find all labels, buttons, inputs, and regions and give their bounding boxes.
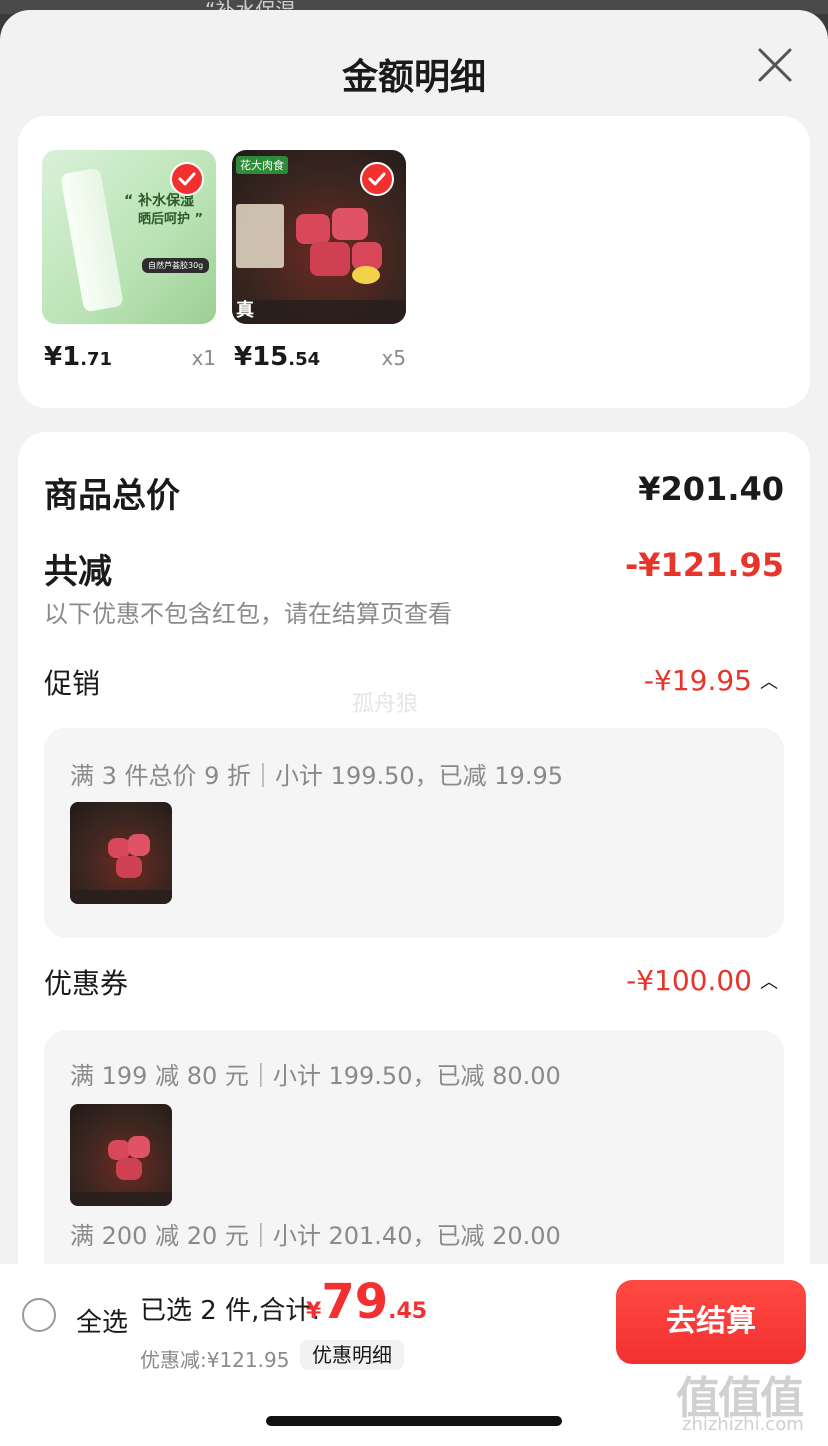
thumb-footer	[70, 890, 172, 904]
thumb-tag: 自然芦荟胶30g	[142, 258, 210, 273]
discount-amount-text: 优惠减:¥121.95	[140, 1348, 290, 1372]
selected-products-card: “ 补水保湿 晒后呵护 ” 自然芦荟胶30g ¥1.71 x1 花大肉食 真 ¥…	[18, 116, 810, 408]
brand-logo: 花大肉食	[236, 156, 288, 174]
home-indicator[interactable]	[266, 1416, 562, 1426]
thumb-badge: 真	[236, 300, 254, 321]
checkmark-icon[interactable]	[360, 162, 394, 196]
thumb-footer	[232, 300, 406, 324]
product-price: ¥1.71	[44, 342, 113, 372]
meat-shape	[116, 856, 142, 878]
meat-shape	[128, 834, 150, 856]
total-amount: ¥79.45	[306, 1274, 428, 1330]
site-watermark-url: zhizhizhi.com	[682, 1414, 804, 1435]
beef-ribs-thumbnail	[70, 802, 172, 904]
product-item[interactable]: “ 补水保湿 晒后呵护 ” 自然芦荟胶30g ¥1.71 x1	[42, 150, 216, 372]
meat-shape	[296, 214, 330, 244]
meat-shape	[128, 1136, 150, 1158]
total-reduction-label: 共减	[44, 552, 112, 592]
sheet-title: 金额明细	[341, 57, 486, 98]
beef-ribs-thumbnail	[70, 1104, 172, 1206]
lemon-shape	[352, 266, 380, 284]
coupon-amount: -¥100.00	[626, 964, 752, 997]
amount-detail-sheet: 金额明细 “ 补水保湿 晒后呵护 ” 自然芦荟胶30g ¥1.71 x1 花大肉…	[0, 10, 828, 1446]
promotion-amount: -¥19.95	[643, 664, 752, 697]
meat-shape	[108, 838, 130, 858]
coupon-rule: 满 200 减 20 元｜小计 201.40，已减 20.00	[70, 1222, 561, 1250]
coupon-rule: 满 199 减 80 元｜小计 199.50，已减 80.00	[70, 1062, 561, 1090]
promotion-label: 促销	[44, 667, 101, 700]
select-all-label[interactable]: 全选	[76, 1302, 128, 1339]
promotion-rule: 满 3 件总价 9 折｜小计 199.50，已减 19.95	[70, 762, 563, 790]
selected-count-text: 已选 2 件,合计:	[140, 1296, 321, 1326]
product-item[interactable]: 花大肉食 真 ¥15.54 x5	[232, 150, 406, 372]
total-reduction-value: -¥121.95	[624, 546, 784, 584]
total-price-label: 商品总价	[44, 476, 180, 516]
thumb-caption: 晒后呵护 ”	[138, 212, 204, 227]
product-quantity: x5	[381, 346, 406, 370]
promotion-detail-panel: 满 3 件总价 9 折｜小计 199.50，已减 19.95	[44, 728, 784, 938]
coupon-toggle[interactable]: -¥100.00 ︿	[626, 964, 778, 997]
chevron-up-icon: ︿	[760, 671, 778, 693]
aloe-tube-shape	[60, 167, 124, 313]
meat-shape	[310, 242, 350, 276]
thumb-footer	[70, 1192, 172, 1206]
checkmark-icon[interactable]	[170, 162, 204, 196]
product-price: ¥15.54	[234, 342, 321, 372]
product-quantity: x1	[191, 346, 216, 370]
total-price-value: ¥201.40	[638, 470, 784, 508]
close-icon	[758, 48, 792, 82]
thumb-info-panel	[236, 204, 284, 268]
discount-note: 以下优惠不包含红包，请在结算页查看	[44, 600, 452, 628]
close-button[interactable]	[752, 42, 798, 88]
checkout-button[interactable]: 去结算	[616, 1280, 806, 1364]
select-all-radio[interactable]	[22, 1298, 56, 1332]
aloe-gel-thumbnail: “ 补水保湿 晒后呵护 ” 自然芦荟胶30g	[42, 150, 216, 324]
discount-detail-button[interactable]: 优惠明细	[300, 1340, 404, 1370]
meat-shape	[332, 208, 368, 240]
watermark-text: 孤舟狼	[352, 692, 419, 717]
beef-ribs-thumbnail: 花大肉食 真	[232, 150, 406, 324]
meat-shape	[108, 1140, 130, 1160]
chevron-up-icon: ︿	[760, 971, 778, 993]
meat-shape	[116, 1158, 142, 1180]
coupon-label: 优惠券	[44, 967, 129, 1000]
promotion-toggle[interactable]: -¥19.95 ︿	[644, 664, 778, 697]
